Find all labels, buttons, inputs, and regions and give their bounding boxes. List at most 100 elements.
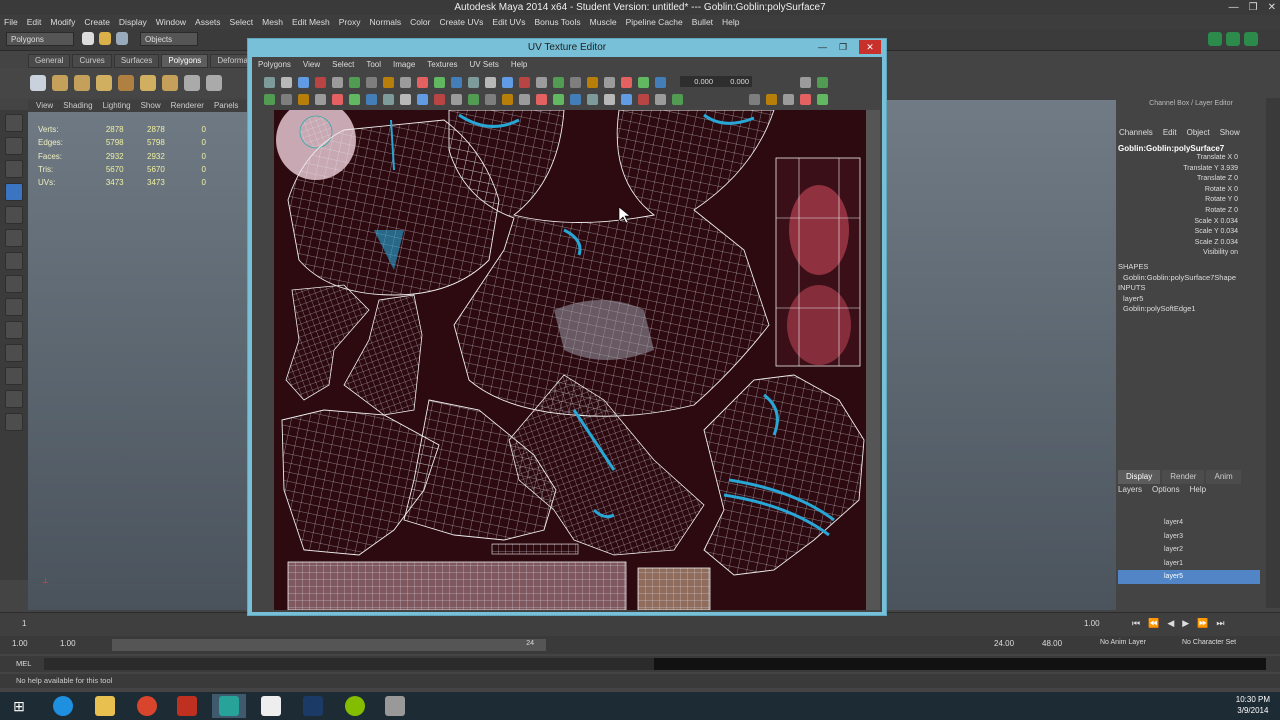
cone-icon[interactable] [96,75,112,91]
minimize-icon[interactable]: — [1229,2,1239,13]
uv-tool-icon[interactable] [766,94,777,105]
uv-minimize-icon[interactable]: — [818,42,827,52]
uv-tool-icon[interactable] [281,77,292,88]
uv-tool-icon[interactable] [417,77,428,88]
viewport-menu-renderer[interactable]: Renderer [171,100,204,112]
menu-create[interactable]: Create [84,17,110,27]
play-back-icon[interactable]: ◀ [1167,618,1174,629]
uv-tool-icon[interactable] [451,94,462,105]
menu-proxy[interactable]: Proxy [339,17,361,27]
range-max-field[interactable]: 48.00 [1042,639,1062,648]
uv-tool-icon[interactable] [485,77,496,88]
shelf-tab-polygons[interactable]: Polygons [161,54,209,68]
uv-close-icon[interactable]: ✕ [859,40,882,54]
u-coordinate-field[interactable]: 0.000 [680,76,716,87]
menu-create-uvs[interactable]: Create UVs [439,17,483,27]
step-forward-icon[interactable]: ⏩ [1197,618,1208,629]
uv-menu-view[interactable]: View [303,60,320,69]
uv-tool-icon[interactable] [349,94,360,105]
uv-tool-icon[interactable] [655,77,666,88]
channel-attribute[interactable]: Scale Z 0.034 [1120,238,1238,249]
uv-menu-image[interactable]: Image [393,60,415,69]
uv-tool-icon[interactable] [587,77,598,88]
channel-attribute[interactable]: Rotate Z 0 [1120,206,1238,217]
select-tool-icon[interactable] [5,114,23,132]
go-end-icon[interactable]: ⏭ [1216,618,1224,629]
attribute-value[interactable]: 0.034 [1220,228,1238,235]
taskbar-tool[interactable] [378,694,412,718]
uv-menu-help[interactable]: Help [511,60,527,69]
attribute-value[interactable]: on [1230,249,1238,256]
layout-uv-icon[interactable] [5,413,23,431]
viewport-menu-view[interactable]: View [36,100,53,112]
uv-tool-icon[interactable] [298,77,309,88]
channel-box-icon[interactable] [1244,32,1258,46]
menu-color[interactable]: Color [410,17,430,27]
uv-tool-icon[interactable] [519,77,530,88]
channel-menu-show[interactable]: Show [1220,128,1240,137]
uv-tool-icon[interactable] [468,94,479,105]
layer-tab-anim[interactable]: Anim [1206,470,1241,484]
channel-attribute[interactable]: Translate Z 0 [1120,174,1238,185]
uv-tool-icon[interactable] [570,94,581,105]
taskbar-explorer[interactable] [88,694,122,718]
uv-tool-icon[interactable] [383,94,394,105]
menu-display[interactable]: Display [119,17,147,27]
plane-icon[interactable] [118,75,134,91]
layer-row[interactable]: layer5 [1118,570,1260,584]
layout-outliner-icon[interactable] [5,344,23,362]
viewport-background-right[interactable] [886,100,1116,610]
range-start-field[interactable]: 1.00 [12,639,28,648]
new-scene-icon[interactable] [82,32,94,45]
viewport-menu-panels[interactable]: Panels [214,100,238,112]
move-tool-icon[interactable] [5,183,23,201]
taskbar-spotify[interactable] [338,694,372,718]
menu-edit[interactable]: Edit [27,17,42,27]
close-icon[interactable]: ✕ [1268,2,1276,13]
uv-tool-icon[interactable] [817,77,828,88]
menu-bonus-tools[interactable]: Bonus Tools [534,17,580,27]
shape-node[interactable]: Goblin:Goblin:polySurface7Shape [1118,273,1236,284]
layout-four-icon[interactable] [5,321,23,339]
layer-row[interactable]: layer3 [1118,530,1260,544]
taskbar-chrome[interactable] [130,694,164,718]
attribute-value[interactable]: 0.034 [1220,239,1238,246]
layout-single-icon[interactable] [5,298,23,316]
uv-tool-icon[interactable] [655,94,666,105]
uv-tool-icon[interactable] [281,94,292,105]
combine-icon[interactable] [206,75,222,91]
viewport-menu-show[interactable]: Show [141,100,161,112]
scale-tool-icon[interactable] [5,229,23,247]
uv-tool-icon[interactable] [383,77,394,88]
menu-assets[interactable]: Assets [195,17,221,27]
uv-tool-icon[interactable] [332,94,343,105]
pipe-icon[interactable] [184,75,200,91]
lasso-tool-icon[interactable] [5,137,23,155]
uv-tool-icon[interactable] [417,94,428,105]
menu-window[interactable]: Window [156,17,186,27]
character-set-dropdown[interactable]: No Character Set [1182,639,1236,646]
viewport-menu-lighting[interactable]: Lighting [103,100,131,112]
play-forward-icon[interactable]: ▶ [1182,618,1189,629]
paint-select-icon[interactable] [5,160,23,178]
channel-attribute[interactable]: Scale Y 0.034 [1120,227,1238,238]
uv-maximize-icon[interactable]: ❐ [839,42,847,53]
channel-attribute[interactable]: Rotate X 0 [1120,185,1238,196]
channel-attribute[interactable]: Translate Y 3.939 [1120,164,1238,175]
uv-tool-icon[interactable] [621,77,632,88]
channel-attribute[interactable]: Visibility on [1120,248,1238,259]
uv-tool-icon[interactable] [400,77,411,88]
uv-menu-textures[interactable]: Textures [427,60,457,69]
save-scene-icon[interactable] [116,32,128,45]
cylinder-icon[interactable] [74,75,90,91]
uv-menu-select[interactable]: Select [332,60,354,69]
uv-tool-icon[interactable] [536,94,547,105]
uv-tool-icon[interactable] [264,77,275,88]
step-back-icon[interactable]: ⏪ [1148,618,1159,629]
menu-edit-uvs[interactable]: Edit UVs [492,17,525,27]
range-slider-bar[interactable]: 24 [112,639,546,651]
menu-help[interactable]: Help [722,17,739,27]
taskbar-app[interactable] [254,694,288,718]
uv-tool-icon[interactable] [434,77,445,88]
uv-tool-icon[interactable] [800,94,811,105]
